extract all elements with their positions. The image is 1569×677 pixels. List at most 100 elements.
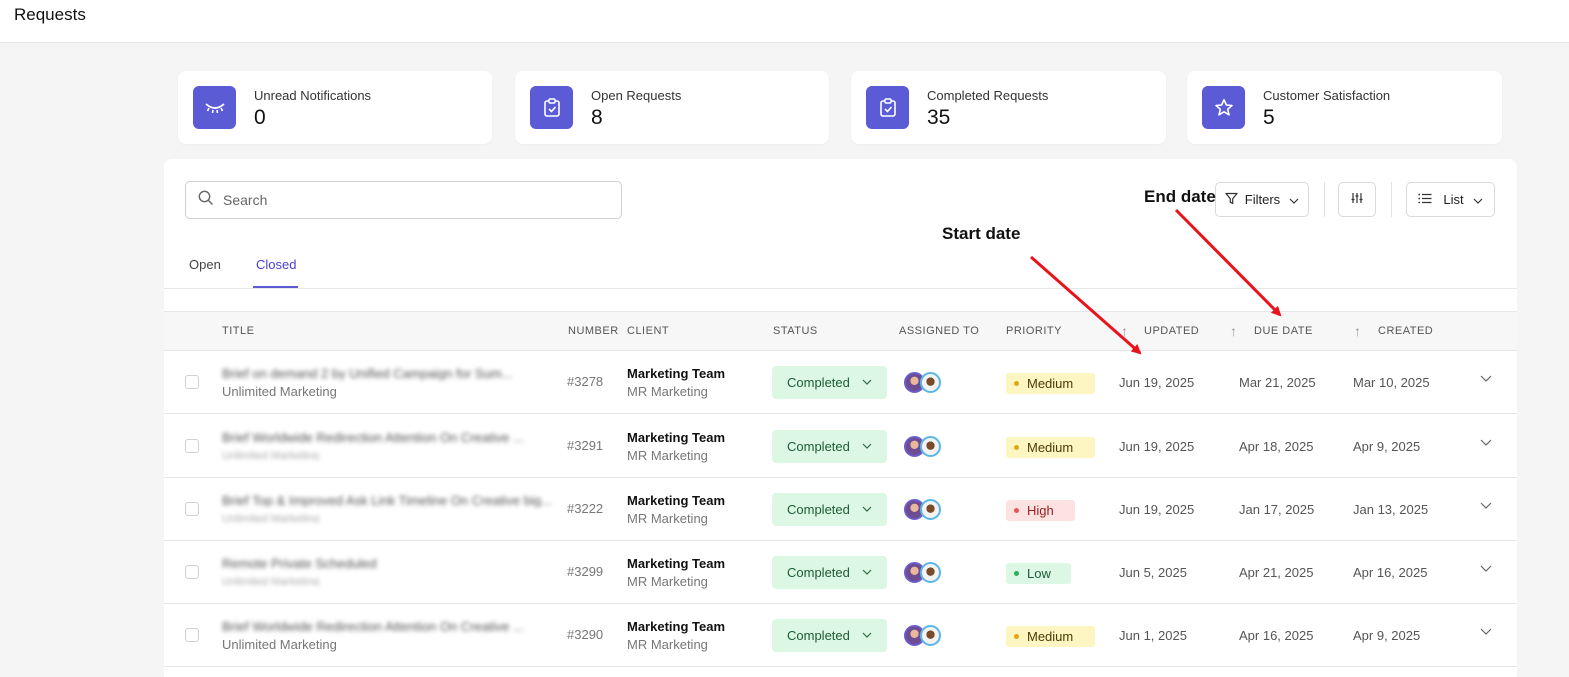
column-header-updated[interactable]: UPDATED [1144, 325, 1199, 337]
created-date: Apr 9, 2025 [1353, 439, 1421, 454]
request-title-redacted[interactable]: Brief on demand 2 by Unified Campaign fo… [222, 366, 560, 380]
view-mode-label: List [1443, 192, 1464, 207]
status-dropdown[interactable]: Completed [772, 619, 887, 652]
status-dropdown[interactable]: Completed [772, 366, 887, 399]
chevron-down-icon [1289, 192, 1299, 207]
chevron-down-icon [862, 630, 872, 641]
created-date: Apr 9, 2025 [1353, 628, 1421, 643]
stat-label: Completed Requests [927, 88, 1049, 103]
status-label: Completed [787, 375, 850, 390]
client-name: Marketing Team [627, 366, 726, 381]
expand-row-chevron-icon[interactable] [1480, 561, 1492, 575]
status-label: Completed [787, 502, 850, 517]
filters-button[interactable]: Filters [1215, 182, 1309, 217]
due-date: Apr 21, 2025 [1239, 565, 1314, 580]
annotation-end-date: End date [1144, 187, 1216, 206]
request-number: #3278 [567, 374, 604, 389]
assignee-avatars[interactable] [904, 499, 948, 521]
table-row[interactable]: Remote Private Scheduled Unlimited Marke… [164, 541, 1517, 604]
table-row[interactable]: Brief Worldwide Redirection Attention On… [164, 415, 1517, 478]
assignee-avatars[interactable] [904, 562, 948, 584]
annotation-start-date: Start date [942, 224, 1021, 243]
stat-value: 0 [254, 106, 266, 129]
status-label: Completed [787, 439, 850, 454]
stat-value: 5 [1263, 106, 1275, 129]
due-date: Apr 16, 2025 [1239, 628, 1314, 643]
row-checkbox[interactable] [185, 565, 199, 579]
column-header-due-date[interactable]: DUE DATE [1254, 325, 1313, 337]
column-header-assigned-to[interactable]: ASSIGNED TO [899, 325, 979, 337]
client-company: MR Marketing [627, 574, 708, 589]
stat-card-open-requests: Open Requests 8 [515, 71, 829, 144]
tab-open[interactable]: Open [189, 257, 221, 272]
column-header-number[interactable]: NUMBER [568, 325, 619, 337]
updated-date: Jun 19, 2025 [1119, 439, 1195, 454]
table-row[interactable]: Brief Top & Improved Ask Link Timeline O… [164, 478, 1517, 541]
request-title-redacted[interactable]: Brief Worldwide Redirection Attention On… [222, 430, 560, 444]
column-settings-button[interactable] [1338, 182, 1376, 217]
status-dropdown[interactable]: Completed [772, 556, 887, 589]
search-box[interactable] [185, 181, 622, 219]
client-company: MR Marketing [627, 448, 708, 463]
sort-arrow-up-icon[interactable]: ↑ [1121, 323, 1128, 339]
assignee-avatars[interactable] [904, 625, 948, 647]
priority-label: High [1027, 503, 1054, 518]
updated-date: Jun 5, 2025 [1119, 565, 1187, 580]
status-dropdown[interactable]: Completed [772, 493, 887, 526]
stat-label: Open Requests [591, 88, 682, 103]
priority-label: Low [1027, 566, 1051, 581]
request-title-redacted[interactable]: Brief Top & Improved Ask Link Timeline O… [222, 493, 560, 507]
row-checkbox[interactable] [185, 375, 199, 389]
status-label: Completed [787, 565, 850, 580]
request-title-redacted[interactable]: Brief Worldwide Redirection Attention On… [222, 619, 560, 633]
column-header-client[interactable]: CLIENT [627, 325, 669, 337]
priority-badge: Medium [1006, 437, 1095, 458]
eye-closed-icon [193, 86, 236, 129]
table-row[interactable]: Brief Worldwide Redirection Attention On… [164, 604, 1517, 667]
column-header-priority[interactable]: PRIORITY [1006, 325, 1062, 337]
sort-arrow-up-icon[interactable]: ↑ [1354, 323, 1361, 339]
expand-row-chevron-icon[interactable] [1480, 435, 1492, 449]
table-row[interactable]: Brief on demand 2 by Unified Campaign fo… [164, 351, 1517, 414]
request-number: #3299 [567, 564, 604, 579]
view-mode-select[interactable]: List [1406, 182, 1495, 217]
chevron-down-icon [1473, 192, 1483, 207]
avatar [920, 625, 941, 646]
request-subtitle-redacted: Unlimited Marketing [222, 450, 320, 460]
assignee-avatars[interactable] [904, 436, 948, 458]
tab-closed[interactable]: Closed [256, 257, 296, 272]
stat-label: Customer Satisfaction [1263, 88, 1391, 103]
expand-row-chevron-icon[interactable] [1480, 624, 1492, 638]
column-header-created[interactable]: CREATED [1378, 325, 1433, 337]
priority-label: Medium [1027, 440, 1074, 455]
request-number: #3290 [567, 627, 604, 642]
assignee-avatars[interactable] [904, 372, 948, 394]
sliders-icon [1351, 192, 1363, 207]
avatar [920, 436, 941, 457]
requests-panel: Filters List Open Closed TITLE NUMBER CL… [164, 159, 1517, 677]
priority-dot-icon [1014, 508, 1019, 513]
stat-value: 8 [591, 106, 603, 129]
request-title-redacted[interactable]: Remote Private Scheduled [222, 556, 392, 570]
column-header-status[interactable]: STATUS [773, 325, 818, 337]
due-date: Mar 21, 2025 [1239, 375, 1316, 390]
row-checkbox[interactable] [185, 628, 199, 642]
chevron-down-icon [862, 567, 872, 578]
priority-label: Medium [1027, 376, 1074, 391]
request-subtitle-redacted: Unlimited Marketing [222, 576, 320, 586]
updated-date: Jun 1, 2025 [1119, 628, 1187, 643]
sort-arrow-up-icon[interactable]: ↑ [1230, 323, 1237, 339]
expand-row-chevron-icon[interactable] [1480, 371, 1492, 385]
status-label: Completed [787, 628, 850, 643]
toolbar-divider [1324, 182, 1325, 217]
column-header-title[interactable]: TITLE [222, 325, 254, 337]
row-checkbox[interactable] [185, 439, 199, 453]
updated-date: Jun 19, 2025 [1119, 502, 1195, 517]
request-number: #3291 [567, 438, 604, 453]
search-input[interactable] [223, 192, 603, 208]
row-checkbox[interactable] [185, 502, 199, 516]
status-dropdown[interactable]: Completed [772, 430, 887, 463]
expand-row-chevron-icon[interactable] [1480, 498, 1492, 512]
chevron-down-icon [862, 441, 872, 452]
updated-date: Jun 19, 2025 [1119, 375, 1195, 390]
